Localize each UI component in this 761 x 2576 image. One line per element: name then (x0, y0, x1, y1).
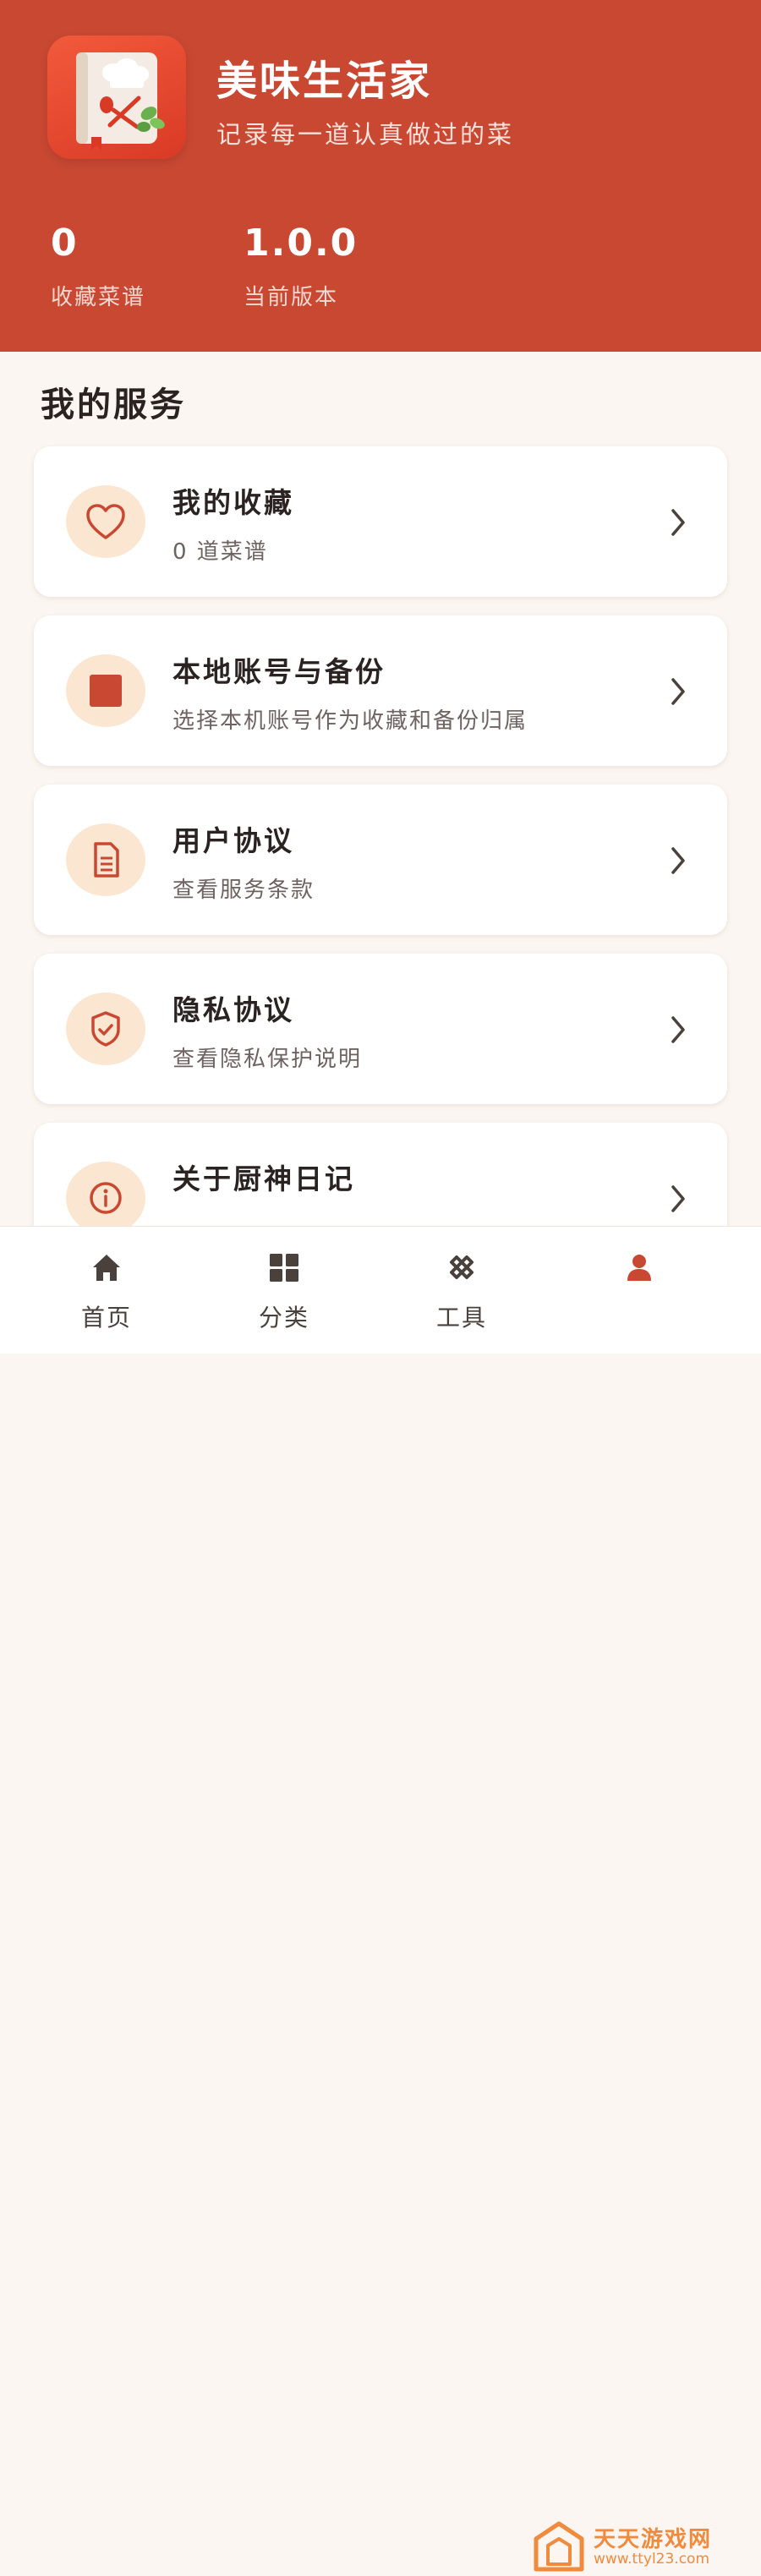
service-item-privacy[interactable]: 隐私协议 查看隐私保护说明 (34, 954, 727, 1104)
chevron-right-icon (671, 1016, 685, 1043)
card-title: 用户协议 (172, 824, 294, 857)
card-title: 隐私协议 (172, 993, 294, 1026)
app-name: 美味生活家 (216, 57, 433, 105)
shield-check-icon (91, 1011, 120, 1047)
tab-label: 工具 (435, 1304, 487, 1332)
bottom-tab-bar: 首页 分类 工具 天天游戏网 www.ttyl23.com (0, 1226, 761, 2572)
grid-icon (270, 1254, 298, 1282)
card-subtitle: 0 道菜谱 (172, 539, 268, 565)
card-title: 本地账号与备份 (172, 655, 386, 688)
square-icon (90, 675, 122, 707)
stat-version: 1.0.0 当前版本 (244, 222, 358, 311)
stat-value: 1.0.0 (244, 222, 359, 265)
info-icon (90, 1182, 122, 1214)
card-subtitle: 查看服务条款 (172, 878, 315, 903)
profile-icon (627, 1255, 651, 1281)
card-icon-bg (66, 823, 145, 896)
chevron-right-icon (671, 509, 685, 536)
chevron-right-icon (671, 847, 685, 874)
home-icon (93, 1255, 120, 1281)
card-subtitle: 选择本机账号作为收藏和备份归属 (172, 708, 528, 734)
card-subtitle: 查看隐私保护说明 (172, 1047, 363, 1072)
card-icon-bg (66, 1162, 145, 1234)
service-item-user-agreement[interactable]: 用户协议 查看服务条款 (34, 785, 727, 935)
tab-category[interactable]: 分类 (208, 1227, 360, 1354)
app-slogan: 记录每一道认真做过的菜 (216, 120, 515, 149)
service-item-favorites[interactable]: 我的收藏 0 道菜谱 (34, 446, 727, 597)
tab-home[interactable]: 首页 (30, 1227, 183, 1354)
profile-header: 美味生活家 记录每一道认真做过的菜 0 收藏菜谱 1.0.0 当前版本 (0, 0, 761, 352)
watermark-logo-icon (534, 2521, 584, 2572)
card-icon-bg (66, 485, 145, 558)
stat-value: 0 (51, 222, 79, 265)
card-icon-bg (66, 654, 145, 727)
tab-label: 分类 (258, 1304, 309, 1332)
tools-icon (450, 1255, 474, 1279)
tab-profile[interactable] (563, 1227, 715, 1354)
card-title: 我的收藏 (172, 486, 294, 519)
watermark-text: 天天游戏网 (594, 2527, 713, 2552)
stat-label: 当前版本 (244, 285, 339, 310)
card-title: 关于厨神日记 (172, 1162, 355, 1195)
document-icon (94, 842, 119, 878)
chevron-right-icon (671, 1185, 685, 1212)
recipe-book-icon (76, 52, 165, 150)
service-item-account-backup[interactable]: 本地账号与备份 选择本机账号作为收藏和备份归属 (34, 615, 727, 766)
stat-favorites[interactable]: 0 收藏菜谱 (51, 222, 145, 311)
tab-label: 首页 (80, 1304, 132, 1332)
chevron-right-icon (671, 678, 685, 705)
stat-label: 收藏菜谱 (51, 285, 146, 310)
watermark-url: www.ttyl23.com (594, 2551, 710, 2568)
app-logo (47, 36, 186, 159)
watermark: 天天游戏网 www.ttyl23.com (531, 2520, 759, 2576)
section-title: 我的服务 (41, 386, 186, 424)
heart-icon (86, 504, 125, 539)
tab-tools[interactable]: 工具 (386, 1227, 538, 1354)
card-icon-bg (66, 993, 145, 1065)
